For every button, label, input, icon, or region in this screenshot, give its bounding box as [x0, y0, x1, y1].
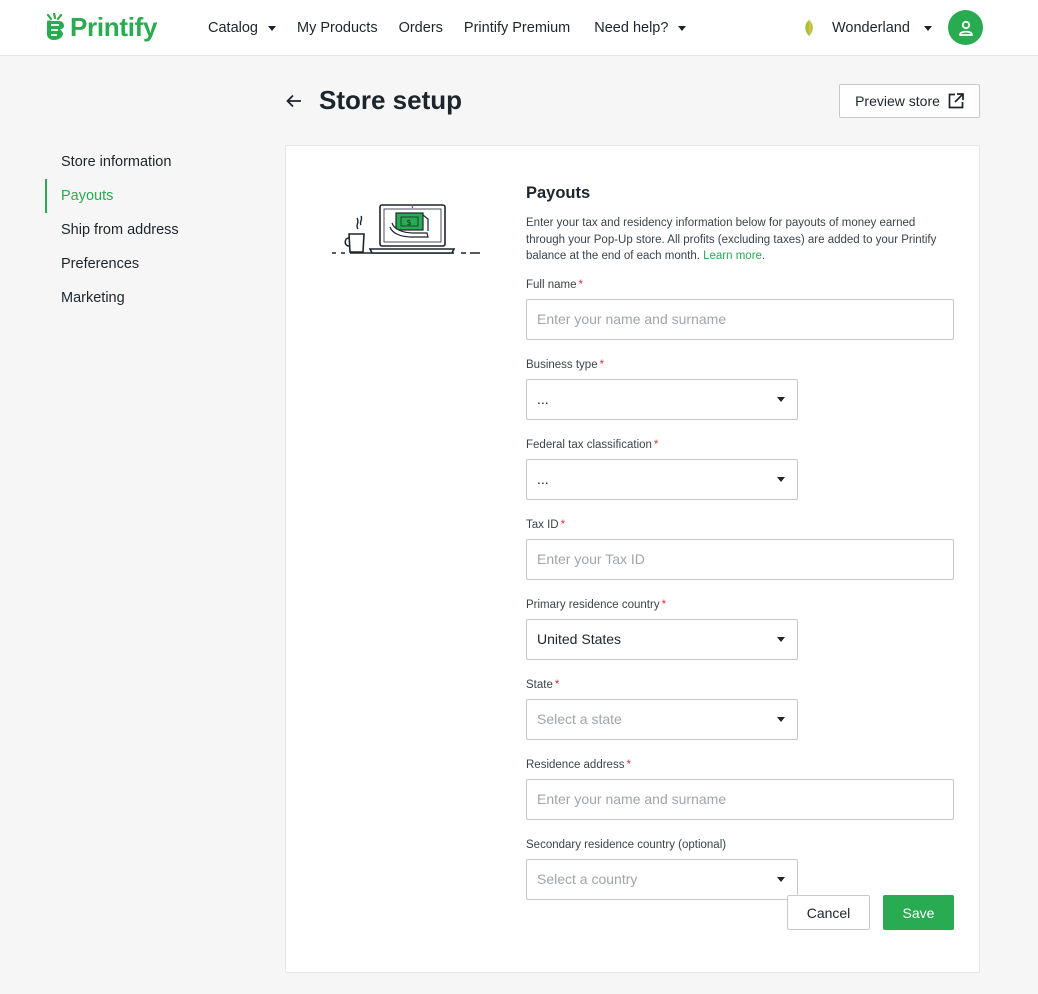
laptop-money-illustration: $	[332, 204, 480, 254]
select-value: United States	[537, 631, 622, 647]
chevron-down-icon	[777, 396, 785, 402]
tax-id-input[interactable]: Enter your Tax ID	[526, 538, 954, 580]
state-select[interactable]: Select a state	[526, 698, 798, 740]
printify-logo[interactable]: Printify	[44, 12, 157, 42]
main-nav: Catalog My Products Orders Printify Prem…	[208, 0, 707, 56]
arrow-left-icon	[286, 94, 301, 108]
select-value: ...	[537, 391, 549, 407]
nav-item-label: Catalog	[208, 20, 258, 36]
primary-country-field-group: Primary residence country * United States	[526, 599, 954, 660]
chevron-down-icon	[923, 25, 932, 31]
brand-name: Printify	[70, 11, 158, 42]
chevron-down-icon	[777, 716, 785, 722]
nav-item-my-products[interactable]: My Products	[297, 20, 378, 36]
nav-item-catalog[interactable]: Catalog	[208, 20, 276, 36]
form-actions: Cancel Save	[787, 895, 954, 930]
state-field-group: State * Select a state	[526, 679, 954, 740]
field-label: Full name *	[526, 278, 583, 291]
residence-address-field-group: Residence address * Enter your name and s…	[526, 759, 954, 820]
preview-store-button[interactable]: Preview store	[839, 84, 980, 118]
sidebar-item-preferences[interactable]: Preferences	[45, 247, 245, 281]
payouts-card: $ Payouts Enter your tax and residency i…	[285, 145, 980, 973]
primary-residence-country-select[interactable]: United States	[526, 618, 798, 660]
sidebar-item-store-information[interactable]: Store information	[45, 145, 245, 179]
page-title: Store setup	[319, 85, 463, 115]
settings-sidebar: Store information Payouts Ship from addr…	[45, 145, 245, 315]
learn-more-link[interactable]: Learn more	[703, 250, 762, 262]
nav-item-printify-premium[interactable]: Printify Premium	[464, 20, 570, 36]
select-placeholder: Select a country	[537, 871, 638, 887]
nav-item-label: Printify Premium	[463, 20, 571, 36]
chevron-down-icon	[777, 636, 785, 642]
field-label: Tax ID *	[526, 518, 566, 531]
nav-item-label: My Products	[296, 20, 378, 36]
field-label: Secondary residence country (optional)	[526, 838, 727, 851]
avatar[interactable]	[948, 10, 983, 45]
sidebar-item-label: Marketing	[61, 290, 125, 306]
payouts-form: Payouts Enter your tax and residency inf…	[526, 184, 954, 919]
save-button[interactable]: Save	[883, 895, 954, 930]
back-button[interactable]	[286, 90, 304, 112]
select-value: ...	[537, 471, 549, 487]
residence-address-input[interactable]: Enter your name and surname	[526, 778, 954, 820]
nav-item-need-help[interactable]: Need help?	[594, 20, 687, 36]
chevron-down-icon	[678, 25, 687, 31]
sidebar-item-payouts[interactable]: Payouts	[45, 179, 245, 213]
field-label: Primary residence country *	[526, 598, 667, 611]
chevron-down-icon	[267, 25, 276, 31]
business-type-field-group: Business type * ...	[526, 359, 954, 420]
tax-id-field-group: Tax ID * Enter your Tax ID	[526, 519, 954, 580]
cancel-button[interactable]: Cancel	[787, 895, 870, 930]
secondary-country-field-group: Secondary residence country (optional) S…	[526, 839, 954, 900]
sidebar-item-label: Ship from address	[61, 222, 179, 238]
field-label: Business type *	[526, 358, 605, 371]
field-label: State *	[526, 678, 560, 691]
form-description: Enter your tax and residency information…	[526, 217, 937, 262]
sidebar-item-marketing[interactable]: Marketing	[45, 281, 245, 315]
external-link-icon	[948, 93, 964, 109]
federal-tax-classification-select[interactable]: ...	[526, 458, 798, 500]
preview-store-label: Preview store	[855, 93, 940, 109]
secondary-residence-country-select[interactable]: Select a country	[526, 858, 798, 900]
chevron-down-icon	[777, 476, 785, 482]
field-label: Residence address *	[526, 758, 631, 771]
full-name-input[interactable]: Enter your name and surname	[526, 298, 954, 340]
top-navigation-bar: Printify Catalog My Products Orders Prin…	[0, 0, 1038, 56]
form-title: Payouts	[526, 184, 591, 202]
store-switcher[interactable]: Wonderland	[802, 0, 932, 56]
full-name-field-group: Full name * Enter your name and surname	[526, 279, 954, 340]
sidebar-item-ship-from-address[interactable]: Ship from address	[45, 213, 245, 247]
nav-item-orders[interactable]: Orders	[399, 20, 443, 36]
sidebar-item-label: Preferences	[61, 256, 140, 272]
sidebar-item-label: Payouts	[61, 188, 114, 204]
federal-tax-field-group: Federal tax classification * ...	[526, 439, 954, 500]
nav-item-label: Orders	[398, 20, 443, 36]
field-label: Federal tax classification *	[526, 438, 659, 451]
sidebar-item-label: Store information	[61, 154, 172, 170]
leaf-icon	[805, 20, 813, 36]
user-icon	[958, 20, 973, 36]
chevron-down-icon	[777, 876, 785, 882]
business-type-select[interactable]: ...	[526, 378, 798, 420]
select-placeholder: Select a state	[537, 711, 622, 727]
svg-text:$: $	[407, 218, 412, 227]
nav-item-label: Need help?	[594, 20, 669, 36]
printify-logo-icon	[46, 13, 64, 40]
store-name: Wonderland	[832, 20, 910, 36]
